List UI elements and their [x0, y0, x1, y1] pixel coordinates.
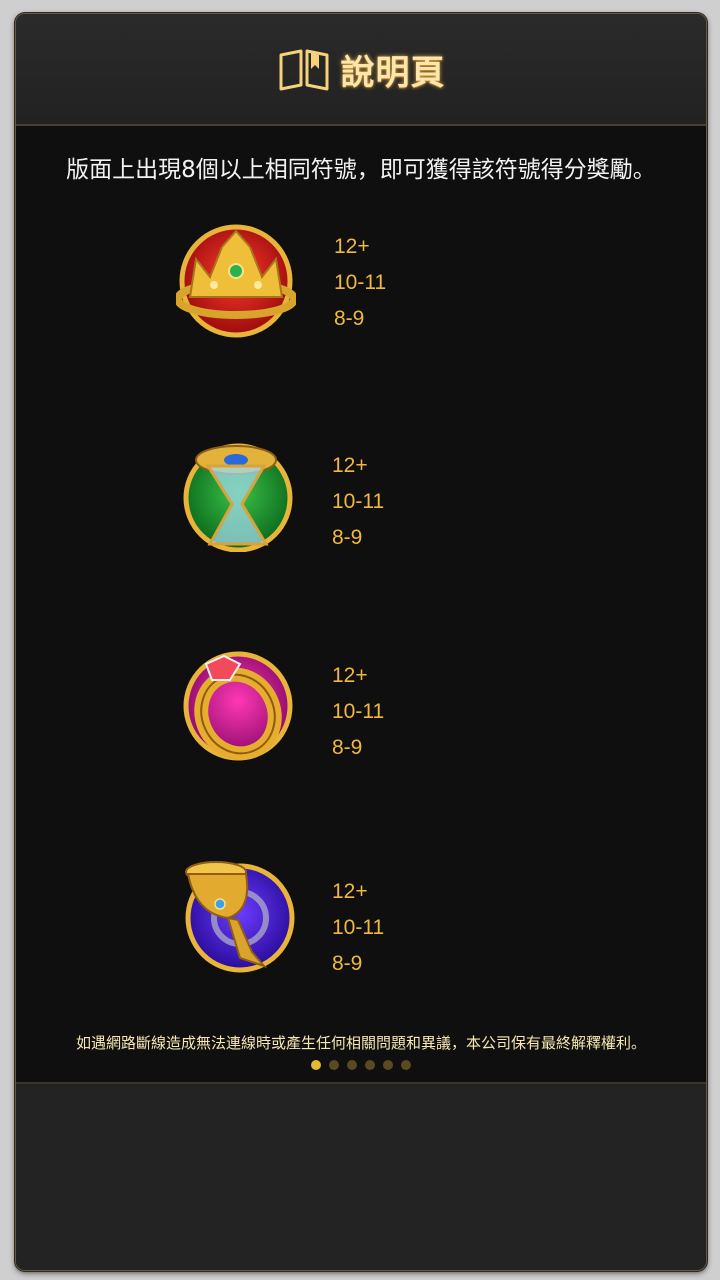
- payout-tier-12plus: 12+: [332, 880, 368, 903]
- payout-tier-8-9: 8-9: [332, 736, 363, 759]
- symbol-row-ring: 12+ 10-11 8-9: [16, 642, 706, 772]
- payout-tier-10-11: 10-11: [332, 700, 385, 723]
- bottom-bar: [16, 1082, 706, 1270]
- payout-tier-8-9: 8-9: [334, 307, 365, 330]
- payout-tier-12plus: 12+: [332, 454, 368, 477]
- payout-tier-10-11: 10-11: [334, 271, 387, 294]
- payout-tier-12plus: 12+: [334, 235, 370, 258]
- chalice-icon: [185, 861, 295, 973]
- hourglass-icon: [183, 443, 293, 552]
- symbol-row-hourglass: 12+ 10-11 8-9: [16, 432, 706, 562]
- page-dot[interactable]: [365, 1060, 375, 1070]
- page-dot[interactable]: [329, 1060, 339, 1070]
- page-dot[interactable]: [347, 1060, 357, 1070]
- disclaimer-text: 如遇網路斷線造成無法連線時或產生任何相關問題和異議，本公司保有最終解釋權利。: [75, 1034, 646, 1052]
- symbol-row-chalice: 12+ 10-11 8-9: [16, 854, 706, 984]
- book-icon: [279, 49, 328, 91]
- page-dot[interactable]: [401, 1060, 411, 1070]
- page-dot[interactable]: [311, 1060, 321, 1070]
- payout-tier-10-11: 10-11: [332, 916, 385, 939]
- page-indicator: [16, 1060, 706, 1070]
- title-group: 說明頁: [277, 45, 446, 94]
- payout-tier-10-11: 10-11: [332, 490, 385, 513]
- help-panel: 說明頁 版面上出現8個以上相同符號，即可獲得該符號得分獎勵。 12+ 10-11…: [15, 13, 707, 1271]
- payout-tier-8-9: 8-9: [332, 526, 363, 549]
- symbol-row-crown: 12+ 10-11 8-9: [16, 219, 706, 349]
- rule-description: 版面上出現8個以上相同符號，即可獲得該符號得分獎勵。: [66, 157, 656, 183]
- crown-icon: [176, 224, 296, 338]
- payout-list: 12+ 10-11 8-9: [332, 874, 384, 982]
- payout-tier-8-9: 8-9: [332, 952, 363, 975]
- header-bar: 說明頁: [16, 14, 706, 126]
- payout-list: 12+ 10-11 8-9: [332, 448, 384, 556]
- payout-list: 12+ 10-11 8-9: [332, 658, 384, 766]
- payout-tier-12plus: 12+: [332, 664, 368, 687]
- payout-list: 12+ 10-11 8-9: [334, 229, 386, 337]
- page-dot[interactable]: [383, 1060, 393, 1070]
- page-title: 說明頁: [340, 52, 446, 93]
- ring-icon: [183, 651, 293, 761]
